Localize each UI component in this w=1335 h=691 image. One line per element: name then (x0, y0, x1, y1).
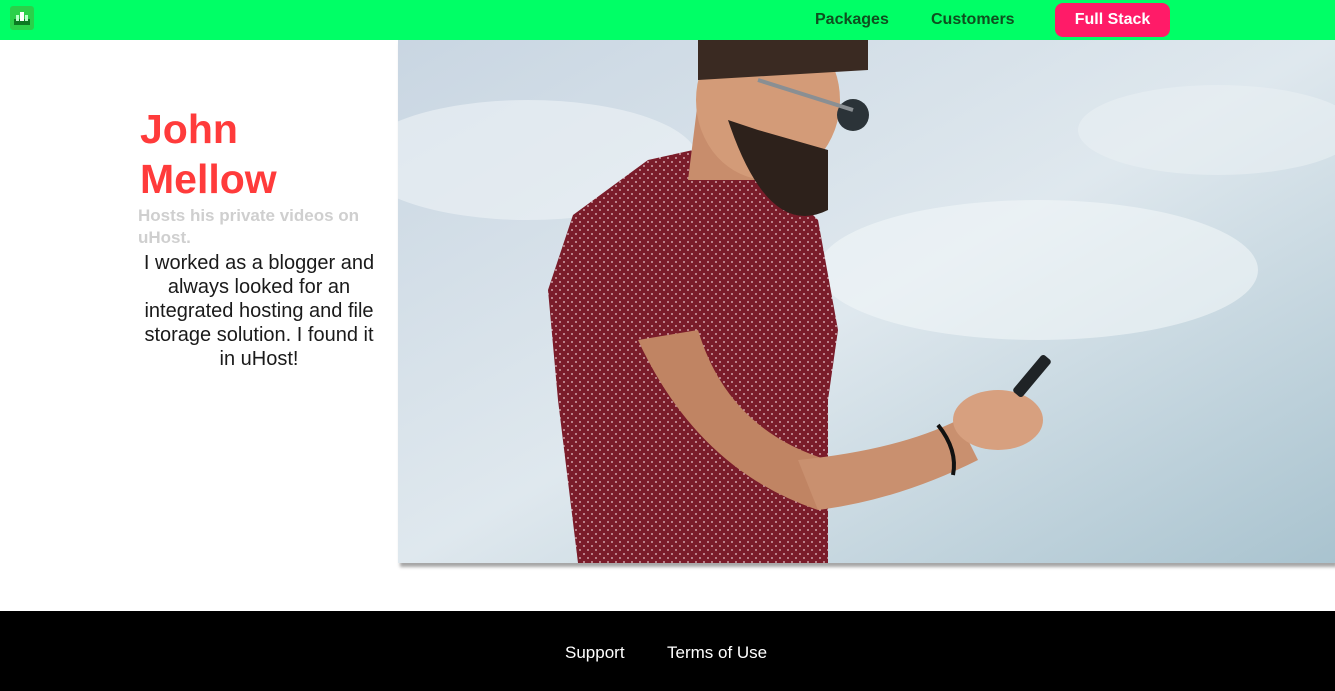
footer-support-link[interactable]: Support (565, 643, 625, 663)
nav-customers-link[interactable]: Customers (931, 11, 1015, 29)
nav-packages-link[interactable]: Packages (815, 11, 889, 29)
top-navigation-bar: Packages Customers Full Stack (0, 0, 1335, 40)
customer-quote: I worked as a blogger and always looked … (143, 252, 375, 370)
full-stack-cta-button[interactable]: Full Stack (1055, 3, 1170, 37)
footer-terms-link[interactable]: Terms of Use (667, 643, 767, 663)
man-with-phone-photo (398, 40, 1335, 563)
customer-name: John Mellow (140, 106, 277, 202)
uhost-logo-icon[interactable] (10, 6, 34, 30)
footer: Support Terms of Use (0, 611, 1335, 691)
customer-tagline: Hosts his private videos on uHost. (138, 206, 360, 247)
